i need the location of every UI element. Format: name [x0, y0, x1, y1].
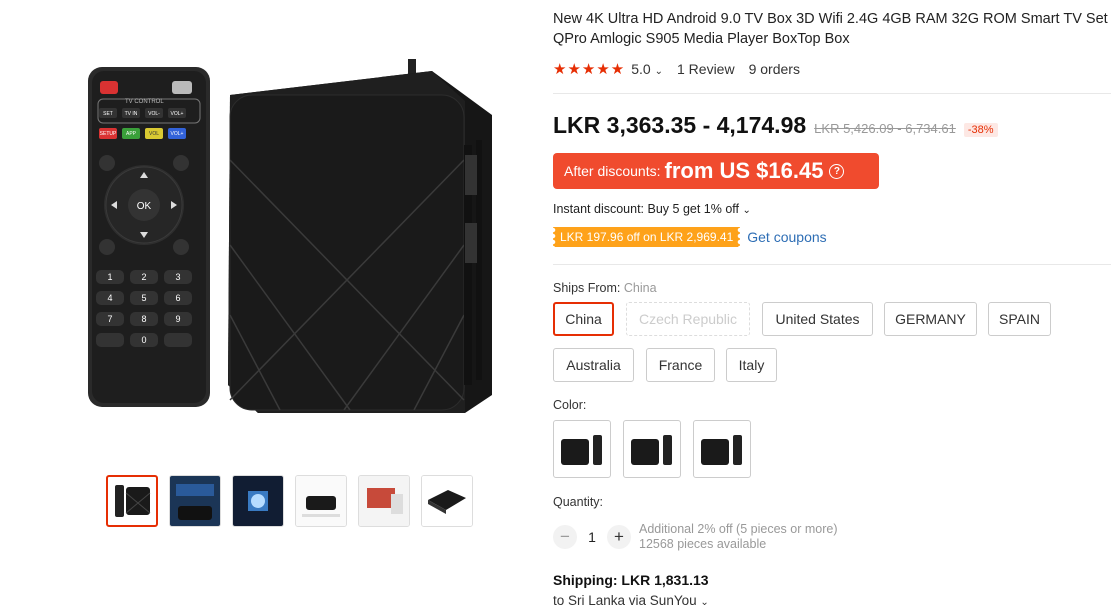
get-coupons-link[interactable]: Get coupons — [747, 229, 826, 245]
color-option-3[interactable] — [693, 420, 751, 478]
color-label: Color: — [553, 398, 587, 412]
divider — [553, 264, 1111, 265]
ships-from-option-united-states[interactable]: United States — [762, 302, 873, 336]
discount-badge: -38% — [963, 123, 998, 137]
help-icon[interactable]: ? — [829, 163, 845, 179]
instant-discount[interactable]: Instant discount: Buy 5 get 1% off ⌄ — [553, 202, 751, 216]
remote-digit-2: 2 — [141, 272, 146, 282]
remote-vol-plus-2-text: VOL+ — [171, 131, 184, 137]
original-price: LKR 5,426.09 - 6,734.61 — [814, 121, 956, 136]
coupon-row: LKR 197.96 off on LKR 2,969.41 Get coupo… — [553, 227, 827, 247]
remote-ok-text: OK — [137, 201, 152, 212]
remote-digit-3: 3 — [175, 272, 180, 282]
remote-tv-control-text: TV CONTROL — [125, 99, 164, 105]
quantity-value[interactable]: 1 — [577, 529, 607, 545]
image-gallery: TV CONTROL SET TV IN VOL- VOL+ SETUP APP… — [0, 0, 560, 613]
remote-digit-5: 5 — [141, 293, 146, 303]
remote-digit-9: 9 — [175, 314, 180, 324]
remote-vol-minus-text: VOL- — [148, 111, 160, 117]
price-row: LKR 3,363.35 - 4,174.98 LKR 5,426.09 - 6… — [553, 112, 998, 139]
product-title-line-1: New 4K Ultra HD Android 9.0 TV Box 3D Wi… — [553, 11, 1111, 27]
color-option-2[interactable] — [623, 420, 681, 478]
quantity-note: Additional 2% off (5 pieces or more) 125… — [639, 522, 837, 552]
remote-set-text: SET — [103, 111, 113, 117]
ships-from-option-spain[interactable]: SPAIN — [988, 302, 1051, 336]
thumbnail-strip — [106, 475, 473, 527]
remote-digit-4: 4 — [107, 293, 112, 303]
quantity-note-line-2: 12568 pieces available — [639, 537, 767, 551]
ships-from-option-germany[interactable]: GERMANY — [884, 302, 977, 336]
thumbnail-6[interactable] — [421, 475, 473, 527]
ships-from-option-china[interactable]: China — [553, 302, 614, 336]
remote-vol-plus-text: VOL+ — [171, 111, 184, 117]
remote-digit-6: 6 — [175, 293, 180, 303]
quantity-label: Quantity: — [553, 495, 604, 509]
quantity-increase-button[interactable]: + — [607, 525, 631, 549]
order-count: 9 orders — [748, 61, 800, 77]
remote-digit-0: 0 — [141, 335, 146, 345]
remote-digit-1: 1 — [107, 272, 112, 282]
rating-score[interactable]: 5.0 ⌄ — [631, 61, 663, 77]
star-rating-icon: ★★★★★ — [553, 61, 626, 78]
quantity-decrease-button[interactable]: − — [553, 525, 577, 549]
remote-tv-in-text: TV IN — [125, 111, 138, 117]
rating-score-value: 5.0 — [631, 61, 651, 77]
quantity-stepper: − 1 + Additional 2% off (5 pieces or mor… — [553, 522, 837, 552]
color-option-1[interactable] — [553, 420, 611, 478]
rating-row: ★★★★★ 5.0 ⌄ 1 Review 9 orders — [553, 60, 800, 78]
instant-discount-text: Instant discount: Buy 5 get 1% off — [553, 202, 739, 216]
coupon-tag: LKR 197.96 off on LKR 2,969.41 — [553, 227, 741, 247]
thumbnail-5[interactable] — [358, 475, 410, 527]
product-title-line-2: QPro Amlogic S905 Media Player BoxTop Bo… — [553, 31, 850, 47]
product-title: New 4K Ultra HD Android 9.0 TV Box 3D Wi… — [553, 9, 1111, 49]
remote-app-text: APP — [126, 131, 137, 137]
remote-digit-8: 8 — [141, 314, 146, 324]
divider — [553, 93, 1111, 94]
ships-from-label-text: Ships From: — [553, 281, 621, 295]
ships-from-label: Ships From: China — [553, 281, 657, 295]
ships-from-option-czech-republic[interactable]: Czech Republic — [626, 302, 750, 336]
review-count-link[interactable]: 1 Review — [677, 61, 735, 77]
shipping-cost: Shipping: LKR 1,831.13 — [553, 572, 709, 588]
chevron-down-icon: ⌄ — [742, 205, 751, 216]
remote-vol-text: VOL — [149, 131, 159, 137]
after-discount-banner: After discounts: from US $16.45 ? — [553, 153, 879, 189]
chevron-down-icon: ⌄ — [700, 597, 709, 608]
quantity-note-line-1: Additional 2% off (5 pieces or more) — [639, 522, 838, 536]
remote-digit-7: 7 — [107, 314, 112, 324]
main-product-image[interactable]: TV CONTROL SET TV IN VOL- VOL+ SETUP APP… — [80, 55, 500, 425]
thumbnail-4[interactable] — [295, 475, 347, 527]
thumbnail-3[interactable] — [232, 475, 284, 527]
shipping-destination-text: to Sri Lanka via SunYou — [553, 593, 697, 608]
ships-from-option-australia[interactable]: Australia — [553, 348, 634, 382]
shipping-destination[interactable]: to Sri Lanka via SunYou ⌄ — [553, 593, 709, 608]
tv-box-image — [228, 59, 492, 413]
after-discount-label: After discounts: — [564, 163, 661, 179]
current-price: LKR 3,363.35 - 4,174.98 — [553, 112, 807, 138]
ships-from-option-france[interactable]: France — [646, 348, 715, 382]
ships-from-option-italy[interactable]: Italy — [726, 348, 777, 382]
chevron-down-icon: ⌄ — [654, 66, 663, 77]
thumbnail-2[interactable] — [169, 475, 221, 527]
thumbnail-1[interactable] — [106, 475, 158, 527]
remote-control-image: TV CONTROL SET TV IN VOL- VOL+ SETUP APP… — [88, 67, 210, 407]
remote-setup-text: SETUP — [100, 131, 117, 137]
after-discount-amount: from US $16.45 — [664, 158, 824, 183]
ships-from-selected: China — [623, 281, 657, 295]
